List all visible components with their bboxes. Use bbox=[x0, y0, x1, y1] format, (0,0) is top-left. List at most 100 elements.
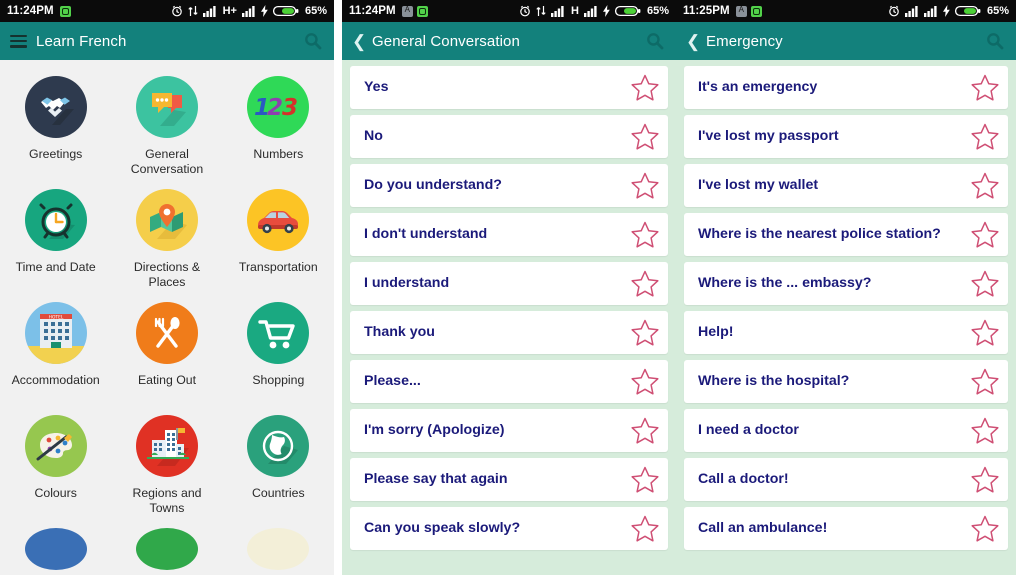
star-outline-icon[interactable] bbox=[630, 269, 660, 298]
search-icon[interactable] bbox=[982, 28, 1008, 54]
list-item[interactable]: I've lost my passport bbox=[684, 115, 1008, 158]
grid-item-transportation[interactable]: Transportation bbox=[223, 185, 334, 298]
star-outline-icon[interactable] bbox=[970, 318, 1000, 347]
star-outline-icon[interactable] bbox=[970, 465, 1000, 494]
alarm-icon bbox=[171, 5, 182, 17]
charging-bolt-icon bbox=[602, 5, 610, 17]
grid-item-partial-3[interactable] bbox=[223, 524, 334, 570]
fork-spoon-icon bbox=[135, 302, 198, 364]
back-chevron-icon[interactable]: ❮ bbox=[352, 33, 366, 50]
star-outline-icon[interactable] bbox=[970, 514, 1000, 543]
phrase-text: Thank you bbox=[364, 324, 435, 340]
grid-item-colours[interactable]: Colours bbox=[0, 411, 111, 524]
phrase-text: Where is the nearest police station? bbox=[698, 226, 941, 242]
list-item[interactable]: No bbox=[350, 115, 668, 158]
list-item[interactable]: Yes bbox=[350, 66, 668, 109]
star-outline-icon[interactable] bbox=[970, 269, 1000, 298]
list-item[interactable]: I need a doctor bbox=[684, 409, 1008, 452]
star-outline-icon[interactable] bbox=[970, 122, 1000, 151]
paint-palette-icon bbox=[24, 415, 87, 477]
grid-item-label: Time and Date bbox=[15, 260, 96, 274]
list-item[interactable]: I'm sorry (Apologize) bbox=[350, 409, 668, 452]
grid-item-regions-and-towns[interactable]: Regions and Towns bbox=[111, 411, 222, 524]
list-item[interactable]: Please... bbox=[350, 360, 668, 403]
star-outline-icon[interactable] bbox=[970, 220, 1000, 249]
grid-item-time-and-date[interactable]: Time and Date bbox=[0, 185, 111, 298]
grid-item-general-conversation[interactable]: General Conversation bbox=[111, 72, 222, 185]
list-item[interactable]: Thank you bbox=[350, 311, 668, 354]
phrase-list-emergency[interactable]: It's an emergency I've lost my passport … bbox=[676, 60, 1016, 575]
list-item[interactable]: Call an ambulance! bbox=[684, 507, 1008, 550]
signal-bars-2-icon bbox=[923, 6, 937, 17]
star-outline-icon[interactable] bbox=[970, 171, 1000, 200]
three-panel-screenshot: 11:24PM H+ 65% Learn French Greetings Ge… bbox=[0, 0, 1024, 575]
phrase-text: I need a doctor bbox=[698, 422, 799, 438]
star-outline-icon[interactable] bbox=[630, 367, 660, 396]
grid-item-countries[interactable]: Countries bbox=[223, 411, 334, 524]
star-outline-icon[interactable] bbox=[630, 416, 660, 445]
battery-icon bbox=[954, 5, 981, 17]
star-outline-icon[interactable] bbox=[970, 416, 1000, 445]
numbers-123-icon: 1 2 3 bbox=[247, 76, 310, 138]
grid-item-shopping[interactable]: Shopping bbox=[223, 298, 334, 411]
alarm-clock-icon bbox=[24, 189, 87, 251]
grid-item-eating-out[interactable]: Eating Out bbox=[111, 298, 222, 411]
panel-divider bbox=[334, 0, 342, 575]
android-chip-icon bbox=[59, 5, 71, 17]
list-item[interactable]: It's an emergency bbox=[684, 66, 1008, 109]
star-outline-icon[interactable] bbox=[630, 122, 660, 151]
status-system-icons: H 65% bbox=[519, 5, 669, 17]
star-outline-icon[interactable] bbox=[970, 367, 1000, 396]
grid-item-numbers[interactable]: 1 2 3 Numbers bbox=[223, 72, 334, 185]
phrase-text: Please... bbox=[364, 373, 421, 389]
phrase-text: I don't understand bbox=[364, 226, 488, 242]
signal-bars-icon bbox=[202, 6, 216, 17]
list-item[interactable]: Where is the hospital? bbox=[684, 360, 1008, 403]
app-chip-icon bbox=[401, 5, 413, 17]
svg-text:3: 3 bbox=[282, 95, 298, 121]
star-outline-icon[interactable] bbox=[630, 514, 660, 543]
grid-item-label: Numbers bbox=[253, 147, 304, 161]
phrase-text: I'm sorry (Apologize) bbox=[364, 422, 505, 438]
star-outline-icon[interactable] bbox=[630, 171, 660, 200]
phrase-list-general-conversation[interactable]: Yes No Do you understand? I don't unders… bbox=[342, 60, 676, 575]
list-item[interactable]: Help! bbox=[684, 311, 1008, 354]
search-icon[interactable] bbox=[642, 28, 668, 54]
app-bar-home: Learn French bbox=[0, 22, 334, 60]
battery-percent-label: 65% bbox=[986, 5, 1009, 17]
signal-bars-icon bbox=[551, 6, 564, 17]
android-chip-icon bbox=[750, 5, 762, 17]
grid-item-directions-and-places[interactable]: Directions & Places bbox=[111, 185, 222, 298]
list-item[interactable]: Do you understand? bbox=[350, 164, 668, 207]
star-outline-icon[interactable] bbox=[630, 465, 660, 494]
search-icon[interactable] bbox=[300, 28, 326, 54]
svg-text:2: 2 bbox=[267, 95, 283, 121]
hotel-building-icon: HOTEL bbox=[24, 302, 87, 364]
star-outline-icon[interactable] bbox=[630, 220, 660, 249]
list-item[interactable]: Call a doctor! bbox=[684, 458, 1008, 501]
star-outline-icon[interactable] bbox=[630, 318, 660, 347]
star-outline-icon[interactable] bbox=[970, 73, 1000, 102]
signal-bars-2-icon bbox=[583, 6, 597, 17]
back-chevron-icon[interactable]: ❮ bbox=[686, 33, 700, 50]
app-bar-emergency: ❮ Emergency bbox=[676, 22, 1016, 60]
phrase-text: Call an ambulance! bbox=[698, 520, 828, 536]
battery-icon bbox=[272, 5, 299, 17]
list-item[interactable]: Where is the nearest police station? bbox=[684, 213, 1008, 256]
grid-item-label: Countries bbox=[252, 486, 305, 500]
hamburger-icon[interactable] bbox=[10, 34, 27, 48]
grid-item-partial-1[interactable] bbox=[0, 524, 111, 570]
star-outline-icon[interactable] bbox=[630, 73, 660, 102]
grid-item-label: General Conversation bbox=[130, 147, 204, 176]
grid-item-partial-2[interactable] bbox=[111, 524, 222, 570]
list-item[interactable]: Where is the ... embassy? bbox=[684, 262, 1008, 305]
list-item[interactable]: I don't understand bbox=[350, 213, 668, 256]
status-notification-icons bbox=[401, 5, 428, 17]
list-item[interactable]: I understand bbox=[350, 262, 668, 305]
list-item[interactable]: I've lost my wallet bbox=[684, 164, 1008, 207]
list-item[interactable]: Please say that again bbox=[350, 458, 668, 501]
alarm-icon bbox=[889, 5, 899, 17]
grid-item-accommodation[interactable]: HOTEL Accommodation bbox=[0, 298, 111, 411]
grid-item-greetings[interactable]: Greetings bbox=[0, 72, 111, 185]
list-item[interactable]: Can you speak slowly? bbox=[350, 507, 668, 550]
